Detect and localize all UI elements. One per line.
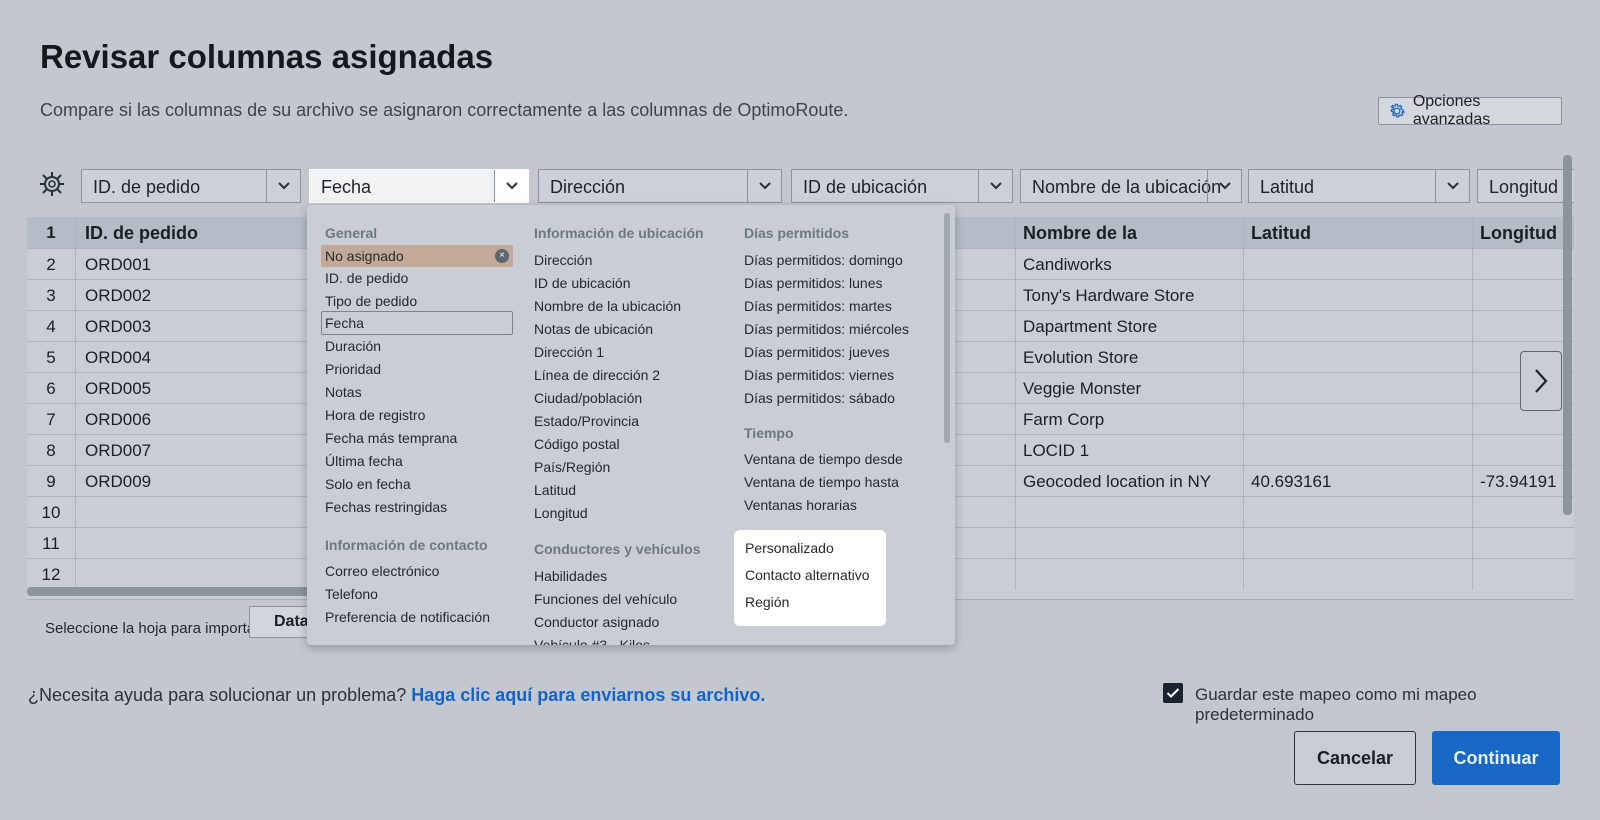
dropdown-item[interactable]: Ventanas horarias bbox=[744, 497, 857, 513]
dropdown-heading-time: Tiempo bbox=[744, 425, 794, 441]
dropdown-item[interactable]: Días permitidos: sábado bbox=[744, 390, 895, 406]
column-header: Longitud bbox=[1480, 223, 1557, 243]
page-title: Revisar columnas asignadas bbox=[40, 38, 494, 75]
dropdown-item[interactable]: Dirección bbox=[534, 252, 592, 268]
dropdown-heading-days: Días permitidos bbox=[744, 225, 850, 241]
dropdown-heading-contact: Información de contacto bbox=[325, 537, 488, 553]
dropdown-item[interactable]: Días permitidos: jueves bbox=[744, 344, 890, 360]
advanced-options-label: Opciones avanzadas bbox=[1412, 93, 1491, 128]
dropdown-heading-general: General bbox=[325, 225, 378, 241]
column-header: Latitud bbox=[1251, 223, 1311, 243]
dropdown-scrollbar[interactable] bbox=[944, 213, 950, 443]
chevron-down-icon bbox=[978, 170, 1012, 202]
clear-icon[interactable]: × bbox=[495, 249, 509, 263]
mapping-select-latitude[interactable]: Latitud bbox=[1248, 169, 1470, 203]
dropdown-heading-drivers: Conductores y vehículos bbox=[534, 541, 701, 557]
dropdown-item[interactable]: ID de ubicación bbox=[534, 275, 631, 291]
dropdown-item[interactable]: Fechas restringidas bbox=[325, 499, 447, 515]
dropdown-item[interactable]: Tipo de pedido bbox=[325, 293, 417, 309]
column-mapping-icon bbox=[40, 172, 64, 196]
column-type-dropdown: General No asignado × ID. de pedido Tipo… bbox=[307, 205, 955, 645]
help-text: ¿Necesita ayuda para solucionar un probl… bbox=[28, 685, 766, 705]
mapping-select-address[interactable]: Dirección bbox=[538, 169, 782, 203]
dropdown-item[interactable]: Correo electrónico bbox=[325, 563, 439, 579]
chevron-down-icon bbox=[747, 170, 781, 202]
dropdown-item[interactable]: Última fecha bbox=[325, 453, 403, 469]
chevron-right-icon bbox=[1535, 369, 1548, 393]
send-file-link[interactable]: Haga clic aquí para enviarnos su archivo… bbox=[411, 685, 765, 705]
dropdown-item[interactable]: Nombre de la ubicación bbox=[534, 298, 681, 314]
dropdown-item-date[interactable]: Fecha bbox=[321, 311, 513, 335]
dropdown-item[interactable]: Fecha más temprana bbox=[325, 430, 457, 446]
dropdown-item[interactable]: Ventana de tiempo desde bbox=[744, 451, 903, 467]
row-number: 1 bbox=[46, 223, 56, 242]
continue-button[interactable]: Continuar bbox=[1432, 731, 1560, 785]
dropdown-item[interactable]: ID. de pedido bbox=[325, 270, 408, 286]
save-default-checkbox[interactable] bbox=[1163, 683, 1183, 703]
gear-icon bbox=[1390, 103, 1406, 118]
dropdown-item[interactable]: Solo en fecha bbox=[325, 476, 411, 492]
sheet-select-label: Seleccione la hoja para importar: bbox=[45, 620, 265, 637]
dropdown-item[interactable]: Código postal bbox=[534, 436, 620, 452]
dropdown-item[interactable]: Notas bbox=[325, 384, 362, 400]
checkmark-icon bbox=[1166, 688, 1180, 698]
dropdown-heading-location: Información de ubicación bbox=[534, 225, 704, 241]
page-subtitle: Compare si las columnas de su archivo se… bbox=[40, 100, 849, 120]
scroll-right-button[interactable] bbox=[1520, 351, 1562, 411]
dropdown-item[interactable]: Habilidades bbox=[534, 568, 607, 584]
dropdown-item[interactable]: Región bbox=[745, 594, 789, 610]
chevron-down-icon bbox=[266, 170, 300, 202]
dropdown-item[interactable]: Línea de dirección 2 bbox=[534, 367, 660, 383]
save-default-label: Guardar este mapeo como mi mapeo predete… bbox=[1195, 685, 1477, 724]
dropdown-item[interactable]: Días permitidos: martes bbox=[744, 298, 892, 314]
dropdown-item[interactable]: Ciudad/población bbox=[534, 390, 642, 406]
dropdown-item[interactable]: Ventana de tiempo hasta bbox=[744, 474, 899, 490]
dropdown-item[interactable]: Conductor asignado bbox=[534, 614, 659, 630]
dropdown-item[interactable]: Funciones del vehículo bbox=[534, 591, 677, 607]
dropdown-item[interactable]: Vehículo #3 - Kilos bbox=[534, 637, 650, 645]
dropdown-item[interactable]: Longitud bbox=[534, 505, 588, 521]
chevron-down-icon bbox=[1207, 170, 1241, 202]
dropdown-item[interactable]: Preferencia de notificación bbox=[325, 609, 490, 625]
vertical-scrollbar[interactable] bbox=[1563, 155, 1572, 515]
dropdown-item[interactable]: Telefono bbox=[325, 586, 378, 602]
mapping-select-date[interactable]: Fecha bbox=[309, 169, 529, 203]
mapping-select-order-id[interactable]: ID. de pedido bbox=[81, 169, 301, 203]
dropdown-item[interactable]: Notas de ubicación bbox=[534, 321, 653, 337]
dropdown-item[interactable]: Días permitidos: domingo bbox=[744, 252, 903, 268]
dropdown-item[interactable]: Días permitidos: miércoles bbox=[744, 321, 909, 337]
chevron-down-icon bbox=[1435, 170, 1469, 202]
dropdown-item[interactable]: Dirección 1 bbox=[534, 344, 604, 360]
mapping-select-location-name[interactable]: Nombre de la ubicación bbox=[1020, 169, 1242, 203]
advanced-options-button[interactable]: Opciones avanzadas bbox=[1378, 93, 1562, 128]
dropdown-item[interactable]: Personalizado bbox=[745, 540, 834, 556]
cancel-button[interactable]: Cancelar bbox=[1294, 731, 1416, 785]
dropdown-item[interactable]: Estado/Provincia bbox=[534, 413, 639, 429]
dropdown-item[interactable]: Prioridad bbox=[325, 361, 381, 377]
dropdown-item[interactable]: País/Región bbox=[534, 459, 610, 475]
dropdown-item[interactable]: Días permitidos: lunes bbox=[744, 275, 883, 291]
mapping-select-location-id[interactable]: ID de ubicación bbox=[791, 169, 1013, 203]
mapping-select-longitude[interactable]: Longitud bbox=[1477, 169, 1574, 203]
dropdown-item[interactable]: Hora de registro bbox=[325, 407, 425, 423]
dropdown-item[interactable]: Días permitidos: viernes bbox=[744, 367, 894, 383]
dropdown-item[interactable]: Latitud bbox=[534, 482, 576, 498]
dropdown-item[interactable]: Contacto alternativo bbox=[745, 567, 870, 583]
dropdown-item-unassigned[interactable]: No asignado × bbox=[321, 245, 513, 267]
column-header: Nombre de la bbox=[1023, 223, 1138, 243]
dropdown-item[interactable]: Duración bbox=[325, 338, 381, 354]
chevron-down-icon bbox=[494, 170, 528, 202]
custom-fields-group: Personalizado Contacto alternativo Regió… bbox=[734, 530, 886, 626]
column-header: ID. de pedido bbox=[85, 223, 199, 243]
horizontal-scrollbar[interactable] bbox=[27, 587, 327, 596]
